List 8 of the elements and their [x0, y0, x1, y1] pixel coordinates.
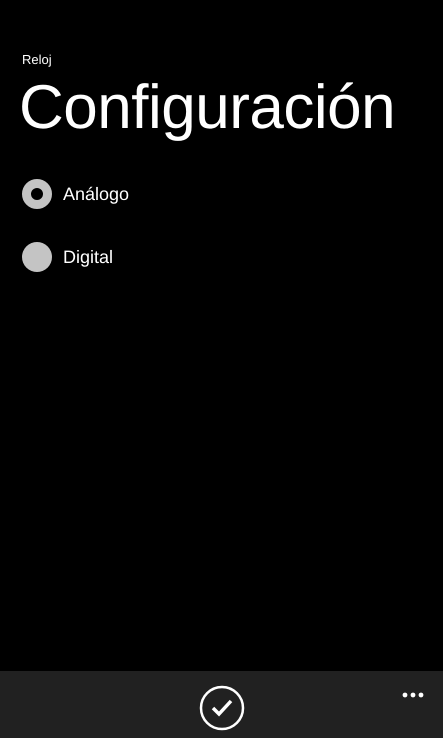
page-title: Configuración: [19, 74, 396, 142]
radio-button[interactable]: [22, 179, 52, 209]
option-label: Digital: [63, 246, 114, 269]
option-label: Análogo: [63, 183, 130, 206]
check-icon[interactable]: [198, 685, 244, 731]
radio-button[interactable]: [22, 242, 52, 272]
more-icon[interactable]: [402, 692, 424, 698]
app-name: Reloj: [22, 52, 53, 68]
